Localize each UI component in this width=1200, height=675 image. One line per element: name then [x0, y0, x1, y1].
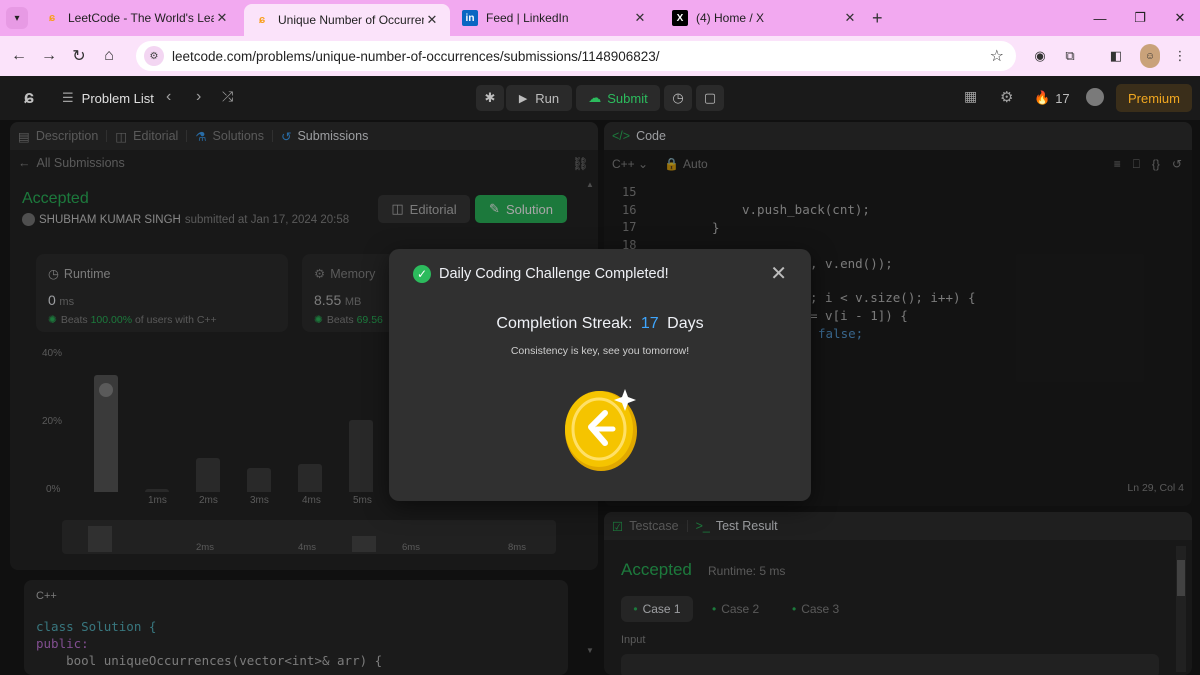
- user-avatar[interactable]: [1086, 88, 1104, 106]
- browser-tab[interactable]: ɕ LeetCode - The World's Leading ✕: [34, 4, 240, 32]
- daily-challenge-modal: ✓ Daily Coding Challenge Completed! ✕ Co…: [389, 249, 811, 501]
- cloud-upload-icon: ☁: [588, 90, 602, 105]
- modal-subtitle: Consistency is key, see you tomorrow!: [510, 345, 690, 357]
- list-icon: ☰: [62, 90, 74, 105]
- leetcode-coin-icon: [565, 389, 637, 471]
- avatar[interactable]: ☺: [1140, 44, 1160, 68]
- restore-icon[interactable]: ❐: [1120, 0, 1160, 36]
- menu-icon[interactable]: ⋮: [1170, 44, 1190, 68]
- bookmark-star-icon[interactable]: ☆: [990, 46, 1004, 66]
- url-text: leetcode.com/problems/unique-number-of-o…: [172, 48, 660, 64]
- new-tab-icon[interactable]: +: [872, 8, 883, 29]
- fire-icon: 🔥: [1034, 90, 1051, 105]
- close-window-icon[interactable]: ✕: [1160, 0, 1200, 36]
- extensions-icon[interactable]: ⧉: [1060, 44, 1080, 68]
- close-tab-icon[interactable]: ✕: [632, 10, 648, 26]
- site-info-icon[interactable]: ⚙: [144, 46, 164, 66]
- chevron-down-icon: ▾: [6, 7, 28, 29]
- home-icon[interactable]: ⌂: [94, 41, 124, 71]
- play-icon: ▶: [518, 92, 528, 105]
- premium-button[interactable]: Premium: [1116, 84, 1192, 112]
- tab-search-button[interactable]: ▾: [0, 0, 34, 36]
- prev-problem-icon[interactable]: ‹: [166, 88, 171, 106]
- browser-tab[interactable]: X (4) Home / X ✕: [662, 4, 868, 32]
- url-bar[interactable]: ⚙ leetcode.com/problems/unique-number-of…: [136, 41, 1016, 71]
- timer-icon[interactable]: ◷: [664, 85, 692, 111]
- leetcode-header: ɕ ☰ Problem List ‹ › ⤮ ✱ ▶ Run ☁ Submit ◷ …: [0, 76, 1200, 120]
- address-toolbar: ← → ↻ ⌂ ⚙ leetcode.com/problems/unique-n…: [0, 36, 1200, 76]
- screenshot-icon[interactable]: ◉: [1030, 44, 1050, 68]
- x-icon: X: [672, 10, 688, 26]
- run-button[interactable]: ▶ Run: [506, 85, 572, 111]
- modal-title: Daily Coding Challenge Completed!: [439, 266, 669, 282]
- debug-icon[interactable]: ✱: [476, 85, 504, 111]
- close-icon[interactable]: ✕: [770, 261, 787, 286]
- layout-grid-icon[interactable]: ▦: [964, 88, 977, 105]
- shuffle-icon[interactable]: ⤮: [222, 88, 233, 105]
- close-tab-icon[interactable]: ✕: [842, 10, 858, 26]
- leetcode-icon: ɕ: [258, 14, 266, 26]
- forward-icon[interactable]: →: [34, 41, 64, 71]
- leetcode-logo[interactable]: ɕ: [18, 86, 40, 108]
- minimize-icon[interactable]: —: [1080, 0, 1120, 36]
- sidepanel-icon[interactable]: ◧: [1106, 44, 1126, 68]
- streak-counter[interactable]: 🔥 17: [1034, 90, 1070, 106]
- settings-gear-icon[interactable]: ⚙: [1000, 88, 1013, 106]
- close-tab-icon[interactable]: ✕: [424, 12, 440, 28]
- reload-icon[interactable]: ↻: [64, 41, 94, 71]
- next-problem-icon[interactable]: ›: [196, 88, 201, 106]
- problem-list-link[interactable]: ☰ Problem List: [62, 90, 154, 106]
- browser-tab-active[interactable]: ɕ Unique Number of Occurrence ✕: [244, 4, 450, 36]
- close-tab-icon[interactable]: ✕: [214, 10, 230, 26]
- completion-streak: Completion Streak: 17 Days: [496, 315, 704, 332]
- browser-tab[interactable]: in Feed | LinkedIn ✕: [452, 4, 658, 32]
- leetcode-icon: ɕ: [48, 12, 56, 24]
- linkedin-icon: in: [462, 10, 478, 26]
- streak-value: 17: [640, 315, 659, 332]
- window-controls: — ❐ ✕: [1080, 0, 1200, 36]
- check-circle-icon: ✓: [413, 265, 431, 283]
- back-icon[interactable]: ←: [4, 41, 34, 71]
- submit-button[interactable]: ☁ Submit: [576, 85, 660, 111]
- notes-icon[interactable]: ▢: [696, 85, 724, 111]
